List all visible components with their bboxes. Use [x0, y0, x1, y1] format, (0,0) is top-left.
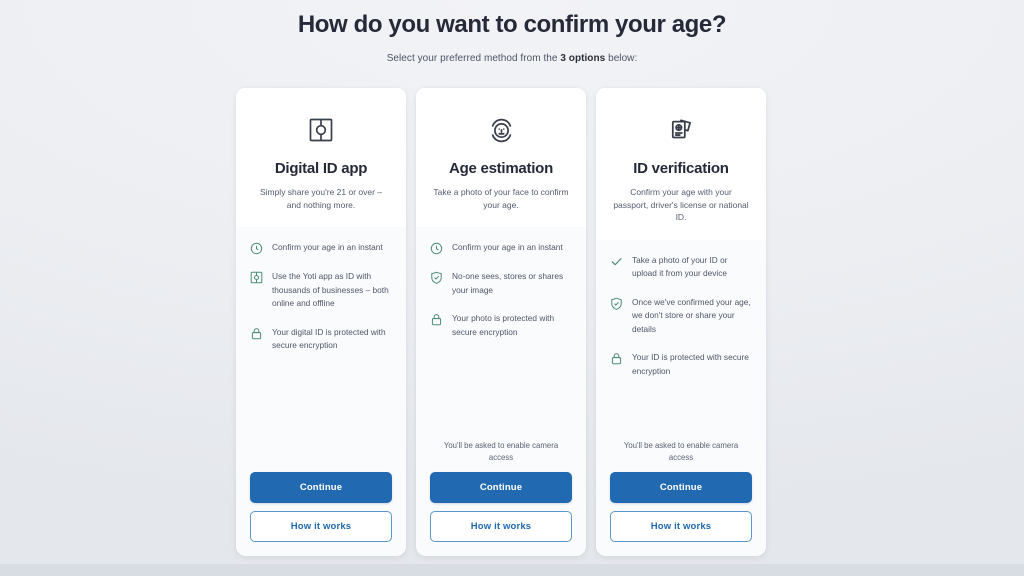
- card-footer: Continue How it works: [236, 463, 406, 556]
- face-scan-icon: [429, 114, 573, 146]
- check-icon: [610, 255, 623, 268]
- continue-button[interactable]: Continue: [250, 472, 392, 503]
- feature-text: Use the Yoti app as ID with thousands of…: [272, 271, 389, 308]
- feature-item: No-one sees, stores or shares your image: [430, 270, 572, 297]
- method-card-age-estimation[interactable]: Age estimation Take a photo of your face…: [416, 88, 586, 556]
- feature-item: Your photo is protected with secure encr…: [430, 312, 572, 339]
- feature-item: Your ID is protected with secure encrypt…: [610, 351, 752, 378]
- how-it-works-button[interactable]: How it works: [250, 511, 392, 542]
- feature-text: Your photo is protected with secure encr…: [452, 313, 555, 337]
- feature-text: Once we've confirmed your age, we don't …: [632, 296, 751, 334]
- continue-button[interactable]: Continue: [430, 472, 572, 503]
- card-description: Confirm your age with your passport, dri…: [613, 187, 749, 222]
- method-card-id-verification[interactable]: ID verification Confirm your age with yo…: [596, 88, 766, 556]
- page-subtitle: Select your preferred method from the 3 …: [0, 53, 1024, 64]
- card-title: Age estimation: [448, 160, 554, 177]
- feature-item: Use the Yoti app as ID with thousands of…: [250, 270, 392, 311]
- continue-button[interactable]: Continue: [610, 472, 752, 503]
- card-header: Digital ID app Simply share you're 21 or…: [236, 88, 406, 227]
- how-it-works-button[interactable]: How it works: [610, 511, 752, 542]
- page-bottom-strip: [0, 564, 1024, 576]
- subtitle-text-before: Select your preferred method from the: [386, 53, 561, 64]
- digital-id-square-icon: [250, 271, 263, 284]
- feature-item: Confirm your age in an instant: [250, 241, 392, 255]
- digital-id-square-icon: [249, 114, 393, 146]
- shield-check-icon: [430, 271, 443, 284]
- card-header: ID verification Confirm your age with yo…: [596, 88, 766, 240]
- camera-access-note: You'll be asked to enable camera access: [623, 441, 739, 462]
- card-description: Take a photo of your face to confirm you…: [433, 187, 569, 210]
- feature-text: Your digital ID is protected with secure…: [272, 326, 386, 351]
- shield-check-icon: [610, 297, 623, 310]
- lock-icon: [250, 327, 263, 340]
- feature-text: No-one sees, stores or shares your image: [452, 271, 564, 295]
- age-verification-page: How do you want to confirm your age? Sel…: [0, 0, 1024, 576]
- card-footer: You'll be asked to enable camera access …: [416, 440, 586, 556]
- lock-icon: [430, 313, 443, 326]
- camera-access-note: You'll be asked to enable camera access: [443, 441, 559, 462]
- card-footer: You'll be asked to enable camera access …: [596, 440, 766, 556]
- clock-icon: [250, 242, 263, 255]
- feature-item: Take a photo of your ID or upload it fro…: [610, 254, 752, 281]
- feature-item: Once we've confirmed your age, we don't …: [610, 296, 752, 337]
- how-it-works-button[interactable]: How it works: [430, 511, 572, 542]
- method-card-digital-id-app[interactable]: Digital ID app Simply share you're 21 or…: [236, 88, 406, 556]
- feature-text: Confirm your age in an instant: [272, 242, 383, 252]
- card-feature-list: Confirm your age in an instant No-one se…: [416, 227, 586, 440]
- feature-item: Your digital ID is protected with secure…: [250, 326, 392, 353]
- card-title: Digital ID app: [274, 160, 368, 177]
- card-header: Age estimation Take a photo of your face…: [416, 88, 586, 227]
- clock-icon: [430, 242, 443, 255]
- subtitle-text-after: below:: [605, 53, 638, 64]
- card-feature-list: Take a photo of your ID or upload it fro…: [596, 239, 766, 440]
- page-header: How do you want to confirm your age? Sel…: [0, 0, 1024, 64]
- lock-icon: [610, 352, 623, 365]
- method-cards-row: Digital ID app Simply share you're 21 or…: [236, 88, 766, 556]
- feature-text: Confirm your age in an instant: [452, 242, 563, 252]
- id-documents-icon: [609, 114, 753, 146]
- feature-text: Take a photo of your ID or upload it fro…: [632, 254, 728, 279]
- subtitle-option-count: 3 options: [560, 53, 606, 64]
- page-title: How do you want to confirm your age?: [297, 11, 727, 38]
- feature-item: Confirm your age in an instant: [430, 241, 572, 255]
- feature-text: Your ID is protected with secure encrypt…: [632, 352, 749, 376]
- card-description: Simply share you're 21 or over – and not…: [259, 187, 383, 210]
- card-feature-list: Confirm your age in an instant Use the Y…: [236, 227, 406, 463]
- card-title: ID verification: [633, 160, 729, 177]
